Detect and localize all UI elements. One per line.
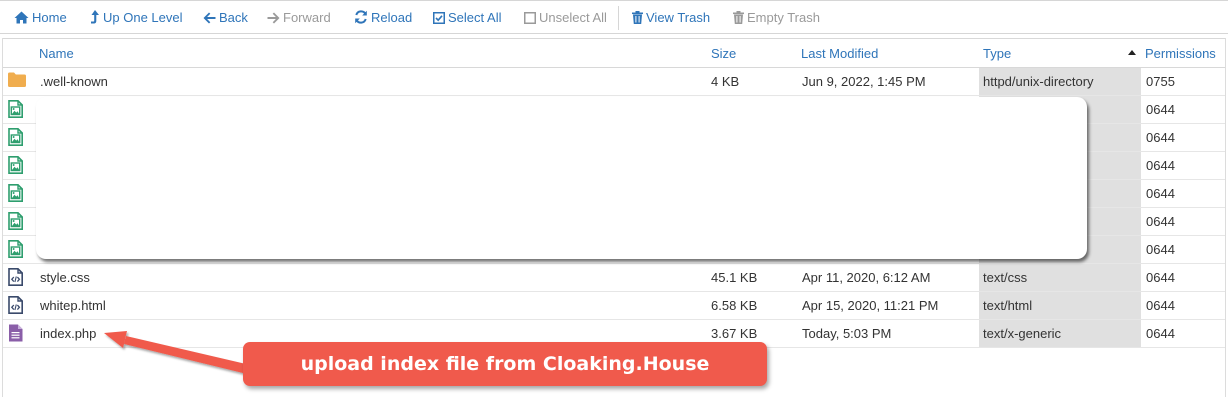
annotation-callout: upload index file from Cloaking.House — [243, 342, 767, 386]
annotation-arrow — [104, 331, 247, 374]
